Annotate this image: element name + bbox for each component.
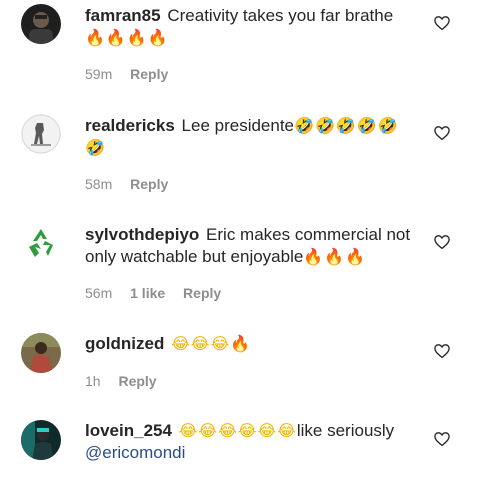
fire-emoji-icon: 🔥🔥🔥	[303, 247, 367, 266]
timestamp: 59m	[85, 66, 113, 82]
likes-count[interactable]: 1 like	[130, 285, 165, 301]
reply-button[interactable]: Reply	[130, 176, 168, 192]
reply-button[interactable]: Reply	[183, 285, 221, 301]
heart-outline-icon	[434, 126, 450, 141]
heart-outline-icon	[434, 16, 450, 31]
heart-outline-icon	[434, 432, 450, 447]
comment-list: famran85 Creativity takes you far brathe…	[0, 0, 480, 480]
like-button[interactable]	[433, 14, 451, 32]
reply-button[interactable]: Reply	[118, 373, 156, 389]
reply-button[interactable]: Reply	[130, 66, 168, 82]
avatar[interactable]	[21, 333, 61, 373]
username[interactable]: lovein_254	[85, 421, 172, 440]
avatar[interactable]	[21, 4, 61, 44]
username[interactable]: realdericks	[85, 116, 175, 135]
rofl-emoji-icon: 🤣🤣🤣🤣🤣	[294, 116, 399, 135]
username[interactable]: goldnized	[85, 334, 164, 353]
comment-text: sylvothdepiyo Eric makes commercial not …	[85, 224, 415, 268]
comment-text: lovein_254 😂😂😂😂😂😂like seriously @ericomo…	[85, 420, 415, 464]
avatar[interactable]	[21, 420, 61, 460]
comment-body: Lee presidente	[181, 116, 295, 135]
username[interactable]: famran85	[85, 6, 161, 25]
like-button[interactable]	[433, 430, 451, 448]
comment-meta: 1h Reply	[85, 373, 171, 389]
like-button[interactable]	[433, 233, 451, 251]
fire-emoji-icon: 🔥🔥🔥🔥	[85, 28, 169, 47]
comment-meta: 59m Reply	[85, 66, 182, 82]
comment-body: like seriously	[296, 421, 395, 440]
avatar[interactable]	[21, 223, 61, 263]
timestamp: 58m	[85, 176, 113, 192]
comment-text: goldnized 😂😂😂🔥	[85, 333, 415, 355]
username[interactable]: sylvothdepiyo	[85, 225, 199, 244]
joy-emoji-icon: 😂😂😂😂😂😂	[178, 421, 297, 440]
like-button[interactable]	[433, 124, 451, 142]
avatar[interactable]	[21, 114, 61, 154]
comment-meta: 58m Reply	[85, 176, 182, 192]
rofl-emoji-icon: 🤣	[85, 138, 106, 157]
heart-outline-icon	[434, 344, 450, 359]
timestamp: 1h	[85, 373, 101, 389]
comment-meta: 56m 1 like Reply	[85, 285, 235, 301]
comment-text: realdericks Lee presidente🤣🤣🤣🤣🤣 🤣	[85, 115, 415, 159]
comment-text: famran85 Creativity takes you far brathe…	[85, 5, 415, 49]
timestamp: 56m	[85, 285, 113, 301]
mention-link[interactable]: @ericomondi	[85, 443, 185, 462]
like-button[interactable]	[433, 342, 451, 360]
heart-outline-icon	[434, 235, 450, 250]
joy-emoji-icon: 😂😂😂🔥	[171, 334, 252, 353]
comment-body: Creativity takes you far brathe	[167, 6, 394, 25]
